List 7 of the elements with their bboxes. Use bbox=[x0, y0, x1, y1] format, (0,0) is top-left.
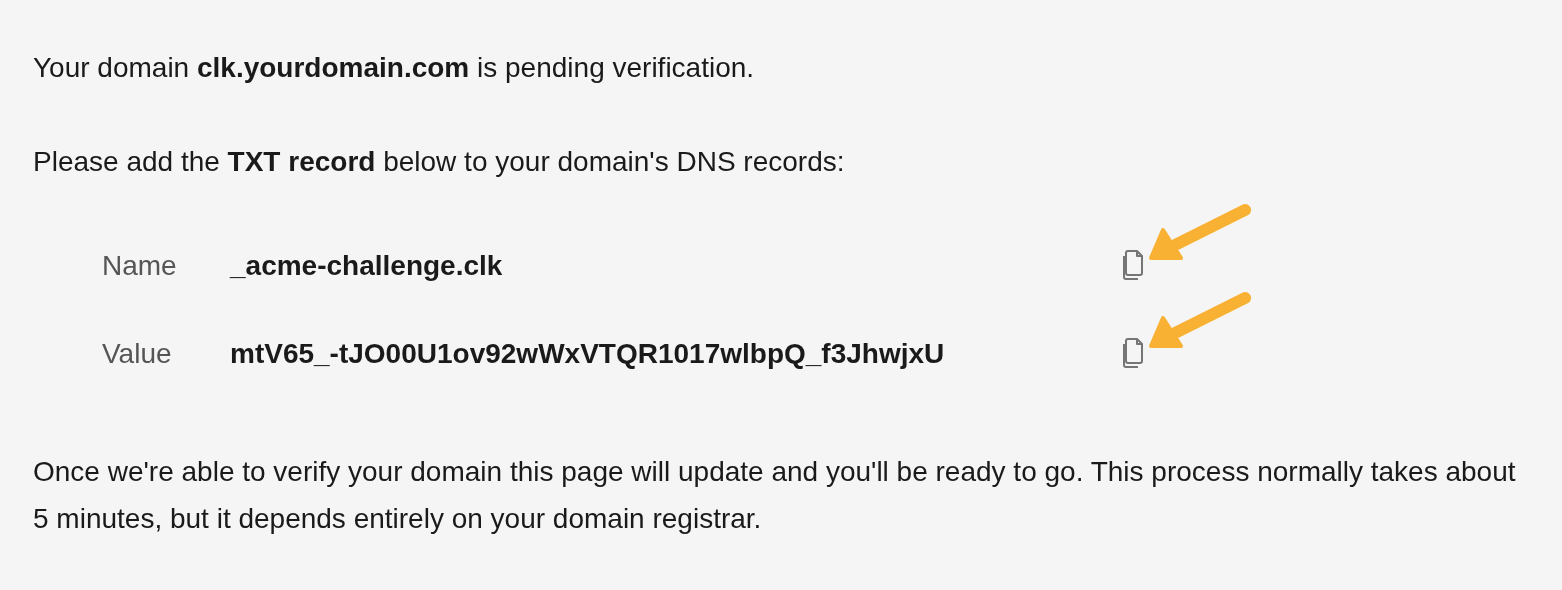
record-label: Name bbox=[102, 250, 178, 282]
instruction-text: Please add the TXT record below to your domain's DNS records: bbox=[33, 145, 846, 179]
record-label: Value bbox=[102, 338, 173, 370]
info-paragraph: Once we're able to verify your domain this page will update and you'll be ready to go. This process normally takes about 5 minutes, but it depends entirely on your domain registrar. bbox=[33, 455, 1517, 536]
record-value: _acme-challenge.clk bbox=[230, 250, 504, 282]
record-value: mtV65_-tJO00U1ov92wWxVTQR1017wlbpQ_f3JhwjxU bbox=[230, 338, 946, 370]
status-message: Your domain clk.yourdomain.com is pending verification. bbox=[33, 51, 756, 85]
